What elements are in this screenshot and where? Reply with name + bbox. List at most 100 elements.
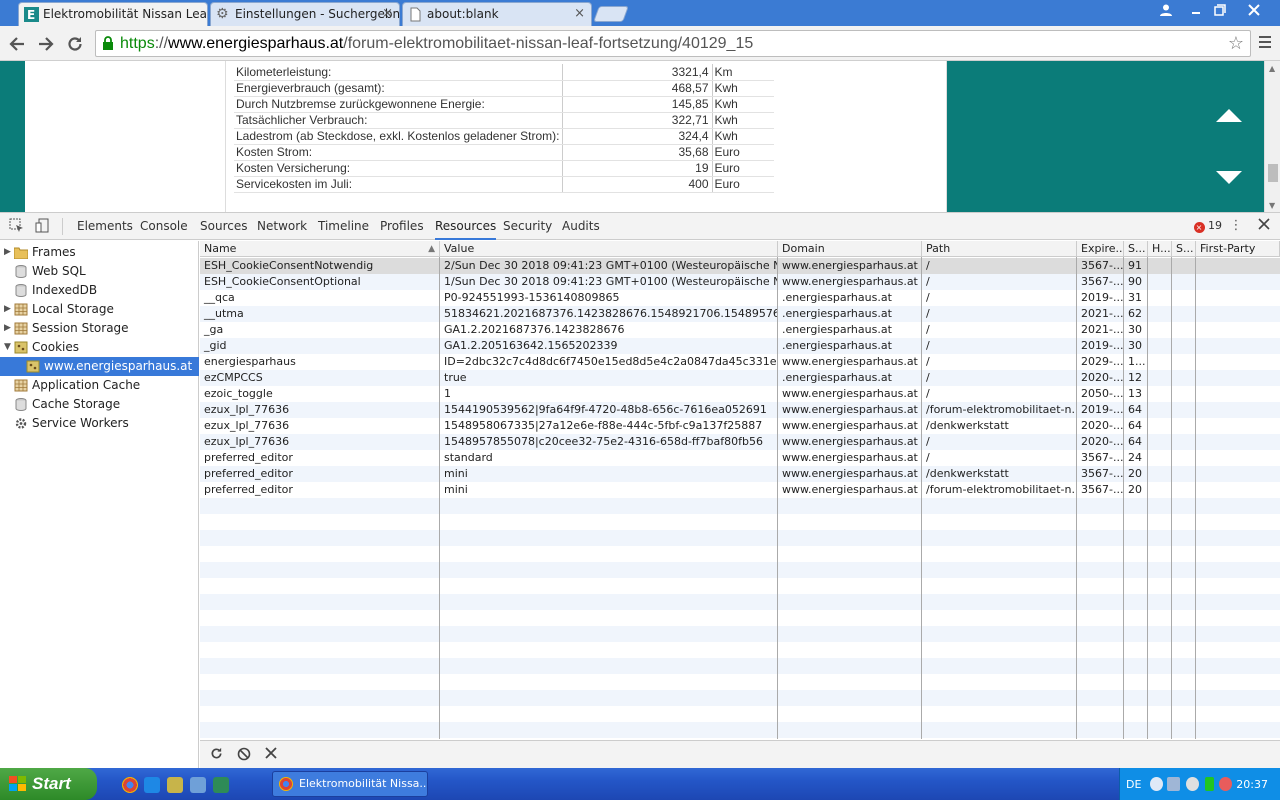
scroll-up-arrow-icon[interactable]	[1216, 109, 1242, 122]
column-header-2[interactable]: Domain	[778, 241, 922, 257]
app-quicklaunch-icon[interactable]	[167, 777, 183, 793]
column-divider	[1195, 257, 1196, 739]
row-unit: Euro	[712, 176, 774, 193]
expand-arrow-icon[interactable]: ▶	[4, 243, 11, 262]
sidebar-item-frames[interactable]: ▶ Frames	[0, 243, 199, 262]
cookie-size: 20	[1128, 467, 1142, 480]
devtools-tab-profiles[interactable]: Profiles	[380, 213, 424, 240]
table-row[interactable]: ezux_lpl_77636 1548957855078|c20cee32-75e…	[200, 434, 1280, 450]
column-header-0[interactable]: Name ▲	[200, 241, 440, 257]
expand-arrow-icon[interactable]: ▶	[4, 300, 11, 319]
table-row[interactable]: energiesparhaus ID=2dbc32c7c4d8dc6f7450e1…	[200, 354, 1280, 370]
forward-button[interactable]	[35, 33, 57, 55]
reload-button[interactable]	[64, 33, 86, 55]
scrollbar-thumb[interactable]	[1268, 164, 1278, 182]
devtools-tab-sources[interactable]: Sources	[200, 213, 247, 240]
browser-tab-blank[interactable]: about:blank ×	[402, 2, 592, 26]
close-window-icon[interactable]	[1236, 0, 1272, 20]
devtools-menu-icon[interactable]: ⋮	[1228, 218, 1244, 234]
devtools-tab-network[interactable]: Network	[257, 213, 307, 240]
battery-tray-icon[interactable]	[1205, 777, 1214, 791]
inspect-element-icon[interactable]	[8, 218, 24, 234]
user-profile-icon[interactable]	[1152, 0, 1180, 20]
sidebar-item-local-storage[interactable]: ▶ Local Storage	[0, 300, 199, 319]
expand-arrow-icon[interactable]: ▶	[4, 319, 11, 338]
table-row[interactable]: ezoic_toggle 1 www.energiesparhaus.at / 2050…	[200, 386, 1280, 402]
column-header-6[interactable]: H...	[1148, 241, 1172, 257]
table-row[interactable]: __qca P0-924551993-1536140809865 .energies…	[200, 290, 1280, 306]
column-header-7[interactable]: S...	[1172, 241, 1196, 257]
back-button[interactable]	[6, 33, 28, 55]
browser-tab-active[interactable]: E Elektromobilität Nissan Leaf F	[18, 2, 208, 26]
table-row[interactable]: _ga GA1.2.2021687376.1423828676 .energiesp…	[200, 322, 1280, 338]
chrome-quicklaunch-icon[interactable]	[122, 777, 138, 793]
error-counter[interactable]: × 19	[1193, 219, 1222, 233]
clear-all-icon[interactable]	[236, 747, 252, 763]
table-row[interactable]: ezux_lpl_77636 1544190539562|9fa64f9f-472…	[200, 402, 1280, 418]
browser-quicklaunch-icon[interactable]	[144, 777, 160, 793]
gear-icon	[14, 417, 28, 430]
table-row[interactable]: ezCMPCCS true .energiesparhaus.at / 2020-...…	[200, 370, 1280, 386]
network-quicklaunch-icon[interactable]	[190, 777, 206, 793]
excel-quicklaunch-icon[interactable]	[213, 777, 229, 793]
tray-app-icon[interactable]	[1186, 777, 1199, 791]
new-tab-button[interactable]	[593, 6, 629, 22]
column-header-5[interactable]: S...	[1124, 241, 1148, 257]
devtools-tab-console[interactable]: Console	[140, 213, 188, 240]
table-row[interactable]: __utma 51834621.2021687376.1423828676.154…	[200, 306, 1280, 322]
sidebar-item-cache-storage[interactable]: Cache Storage	[0, 395, 199, 414]
devtools-tab-timeline[interactable]: Timeline	[318, 213, 369, 240]
sidebar-item-application-cache[interactable]: Application Cache	[0, 376, 199, 395]
table-row[interactable]: _gid GA1.2.205163642.1565202339 .energiesp…	[200, 338, 1280, 354]
table-row[interactable]: ezux_lpl_77636 1548958067335|27a12e6e-f88…	[200, 418, 1280, 434]
sidebar-item-session-storage[interactable]: ▶ Session Storage	[0, 319, 199, 338]
column-header-3[interactable]: Path	[922, 241, 1077, 257]
chrome-menu-icon[interactable]	[1258, 34, 1272, 54]
scrollbar-down-icon[interactable]: ▼	[1269, 201, 1275, 210]
column-header-8[interactable]: First-Party	[1196, 241, 1280, 257]
language-indicator[interactable]: DE	[1126, 778, 1141, 791]
cookie-value: 1548958067335|27a12e6e-f88e-444c-5fbf-c9…	[444, 419, 763, 432]
delete-icon[interactable]	[263, 747, 279, 763]
devtools-close-icon[interactable]	[1256, 218, 1272, 234]
cookie-expires: 2019-...	[1081, 339, 1124, 352]
devtools-tab-resources[interactable]: Resources	[435, 213, 497, 240]
sidebar-item-www-energiesparhaus-at[interactable]: www.energiesparhaus.at	[0, 357, 199, 376]
sort-ascending-icon: ▲	[428, 244, 435, 254]
table-row[interactable]: ESH_CookieConsentOptional 1/Sun Dec 30 20…	[200, 274, 1280, 290]
sidebar-item-cookies[interactable]: ▼ Cookies	[0, 338, 199, 357]
page-scrollbar[interactable]: ▲ ▼	[1264, 61, 1280, 212]
network-tray-icon[interactable]	[1167, 777, 1180, 791]
device-mode-icon[interactable]	[34, 218, 50, 234]
devtools-tab-audits[interactable]: Audits	[562, 213, 600, 240]
table-row[interactable]: preferred_editor standard www.energiesparh…	[200, 450, 1280, 466]
close-tab-icon[interactable]: ×	[574, 3, 585, 25]
table-row[interactable]: preferred_editor mini www.energiesparhaus.…	[200, 466, 1280, 482]
table-row[interactable]: preferred_editor mini www.energiesparhaus.…	[200, 482, 1280, 498]
empty-row	[200, 642, 1280, 658]
taskbar-item-chrome[interactable]: Elektromobilität Nissa...	[272, 771, 428, 797]
bookmark-star-icon[interactable]: ☆	[1228, 33, 1244, 54]
row-value: 35,68	[562, 144, 713, 161]
devtools-tab-elements[interactable]: Elements	[77, 213, 133, 240]
cookie-path: /	[926, 451, 930, 464]
address-bar[interactable]: https://www.energiesparhaus.at/forum-ele…	[95, 30, 1251, 57]
scroll-down-arrow-icon[interactable]	[1216, 171, 1242, 184]
collapse-arrow-icon[interactable]: ▼	[4, 338, 11, 357]
start-button[interactable]: Start	[0, 768, 97, 800]
devtools-tab-security[interactable]: Security	[503, 213, 552, 240]
sidebar-item-web-sql[interactable]: Web SQL	[0, 262, 199, 281]
restore-icon[interactable]	[1206, 0, 1234, 20]
scrollbar-up-icon[interactable]: ▲	[1269, 64, 1275, 73]
browser-tab-settings[interactable]: ⚙ Einstellungen - Suchergebnis ×	[210, 2, 400, 26]
tray-arrow-icon[interactable]	[1150, 777, 1163, 791]
sidebar-item-service-workers[interactable]: Service Workers	[0, 414, 199, 433]
table-row[interactable]: ESH_CookieConsentNotwendig 2/Sun Dec 30 2…	[200, 258, 1280, 274]
sidebar-item-indexeddb[interactable]: IndexedDB	[0, 281, 199, 300]
column-header-4[interactable]: Expire...	[1077, 241, 1124, 257]
cookie-expires: 2020-...	[1081, 371, 1124, 384]
tray-alert-icon[interactable]	[1219, 777, 1232, 791]
column-header-1[interactable]: Value	[440, 241, 778, 257]
refresh-icon[interactable]	[208, 747, 224, 763]
close-tab-icon[interactable]: ×	[382, 3, 393, 25]
